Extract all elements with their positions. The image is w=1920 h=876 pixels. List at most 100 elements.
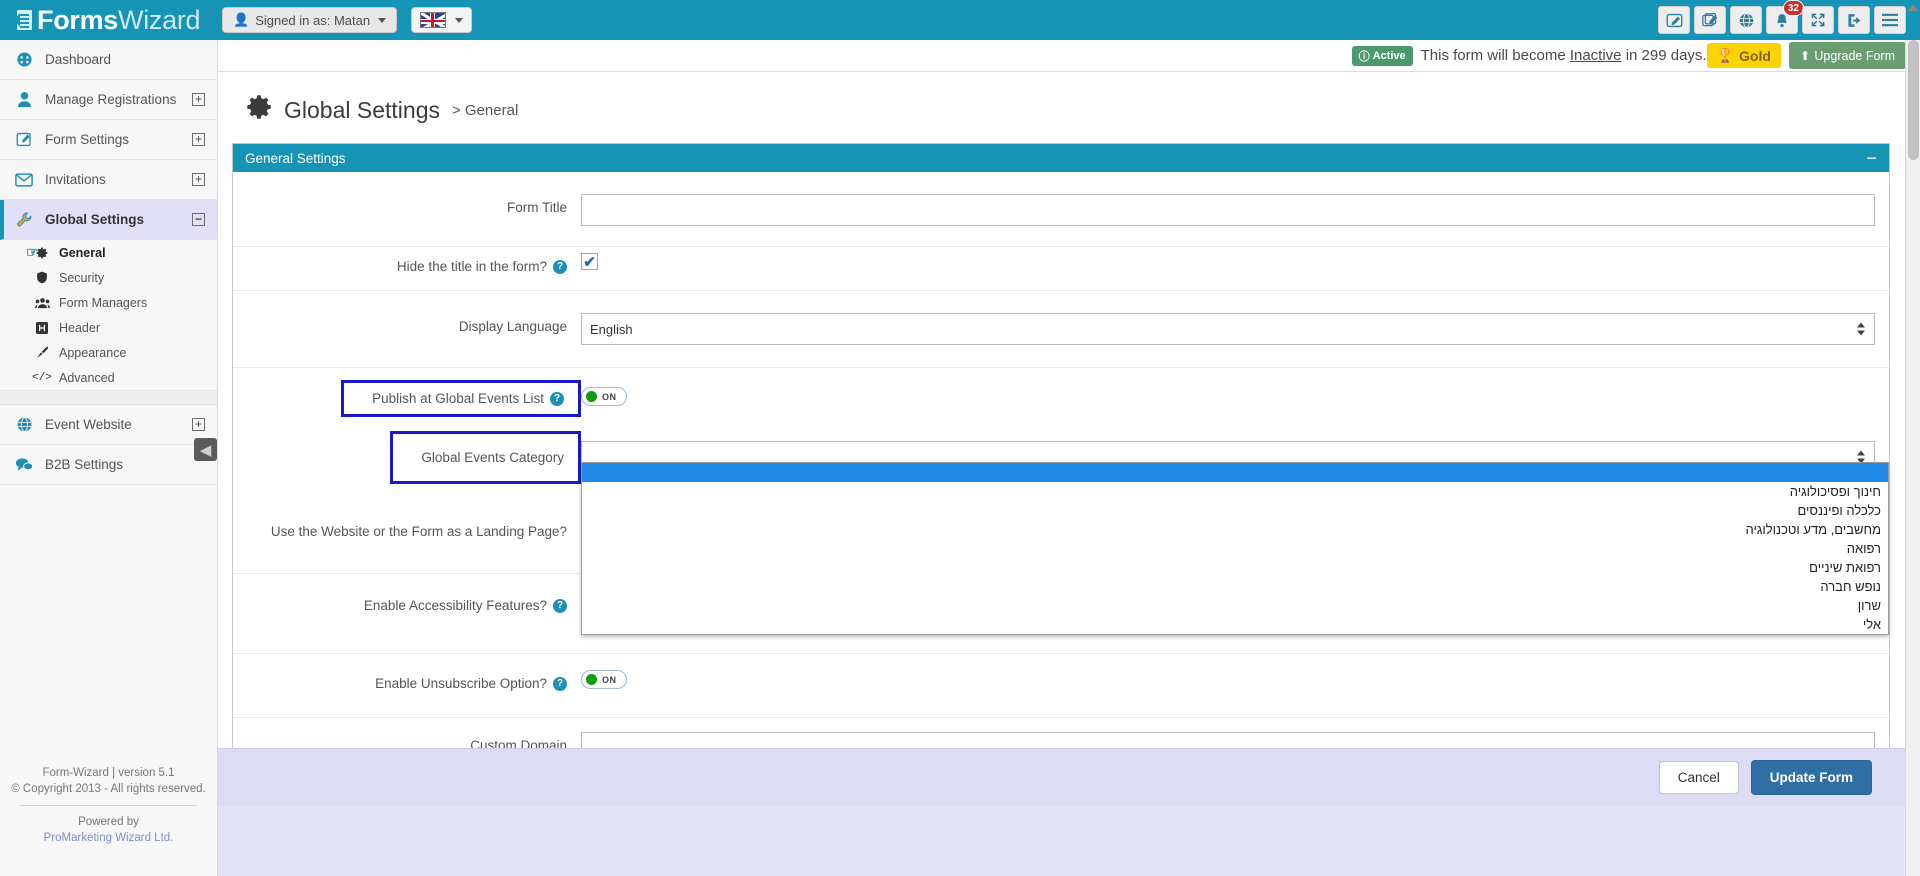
status-badge-label: Active [1373, 50, 1406, 62]
version-text: Form-Wizard | version 5.1 [0, 765, 217, 781]
arrow-up-icon: ⬆ [1800, 48, 1810, 63]
sidebar-nav: Dashboard Manage Registrations + Form Se… [0, 40, 217, 240]
checkmark-icon: ✔ [583, 253, 596, 271]
expand-icon[interactable]: + [192, 418, 205, 431]
hide-title-checkbox[interactable]: ✔ [581, 253, 598, 270]
dropdown-option[interactable]: שרון [582, 596, 1888, 615]
global-category-label-wrap: Global Events Category [233, 431, 581, 484]
sidebar-item-global-settings[interactable]: Global Settings − [0, 200, 217, 240]
page-scrollbar[interactable] [1905, 40, 1920, 876]
trophy-icon: 🏆 [1717, 47, 1734, 64]
help-icon[interactable]: ? [553, 599, 567, 613]
sidebar-subitem-appearance[interactable]: Appearance [0, 340, 217, 365]
upgrade-form-button[interactable]: ⬆ Upgrade Form [1789, 42, 1906, 69]
expand-icon[interactable]: + [192, 173, 205, 186]
cancel-button[interactable]: Cancel [1659, 761, 1739, 794]
notification-badge: 32 [1783, 0, 1804, 16]
scrollbar-thumb[interactable] [1908, 40, 1919, 160]
edit-form-icon[interactable] [1658, 6, 1690, 34]
dropdown-option[interactable]: מחשבים, מדע וטכנולוגיה [582, 520, 1888, 539]
dropdown-option[interactable]: אלי [582, 615, 1888, 634]
plan-badge-label: Gold [1739, 48, 1771, 64]
publish-global-label: Publish at Global Events List [372, 391, 544, 406]
logout-icon[interactable] [1838, 6, 1870, 34]
unsubscribe-control: ON [581, 670, 1889, 690]
sidebar-item-dashboard[interactable]: Dashboard [0, 40, 217, 80]
unsubscribe-toggle-state: ON [602, 675, 617, 685]
plan-badge: 🏆 Gold [1707, 43, 1781, 68]
update-form-button[interactable]: Update Form [1751, 760, 1872, 795]
dropdown-option[interactable]: רפואת שיניים [582, 558, 1888, 577]
duplicate-form-icon[interactable] [1694, 6, 1726, 34]
collapse-sidebar-icon[interactable]: ◀ [194, 438, 217, 461]
users-icon [34, 297, 50, 309]
expand-icon[interactable]: + [192, 93, 205, 106]
help-icon[interactable]: ? [553, 260, 567, 274]
sidebar-item-event-website[interactable]: Event Website + [0, 405, 217, 445]
sidebar-item-form-settings[interactable]: Form Settings + [0, 120, 217, 160]
form-title-input[interactable] [581, 194, 1875, 226]
form-action-bar: Cancel Update Form [218, 748, 1920, 806]
help-icon[interactable]: ? [550, 392, 564, 406]
form-title-control [581, 194, 1889, 226]
sidebar-item-label: Invitations [45, 172, 106, 187]
hide-title-control: ✔ [581, 253, 1889, 270]
app-logo[interactable]: FormsWizard [0, 5, 218, 36]
display-language-control: English [581, 313, 1889, 345]
sidebar-subitem-form-managers[interactable]: Form Managers [0, 290, 217, 315]
dropdown-option[interactable]: כלכלה ופיננסים [582, 501, 1888, 520]
sidebar-item-label: Global Settings [45, 212, 144, 227]
scroll-up-icon[interactable] [1908, 4, 1918, 11]
global-category-dropdown-list[interactable]: חינוך ופסיכולוגיה כלכלה ופיננסים מחשבים,… [581, 462, 1889, 635]
panel-header: General Settings − [233, 144, 1889, 172]
page-title: Global Settings [284, 97, 440, 124]
sidebar-item-invitations[interactable]: Invitations + [0, 160, 217, 200]
menu-icon[interactable] [1874, 6, 1906, 34]
language-selector[interactable] [411, 7, 472, 33]
company-link[interactable]: ProMarketing Wizard Ltd. [44, 832, 174, 844]
dropdown-option[interactable]: רפואה [582, 539, 1888, 558]
minus-icon[interactable]: − [1866, 153, 1877, 163]
publish-global-toggle[interactable]: ON [581, 387, 627, 406]
dropdown-option[interactable]: חינוך ופסיכולוגיה [582, 482, 1888, 501]
sidebar-subitem-advanced[interactable]: </> Advanced [0, 365, 217, 390]
collapse-icon[interactable]: − [192, 213, 205, 226]
pointing-hand-icon: ☞ [26, 244, 39, 261]
sidebar-subitem-general[interactable]: ☞ General [0, 240, 217, 265]
uk-flag-icon [420, 12, 446, 28]
sidebar-item-manage-registrations[interactable]: Manage Registrations + [0, 80, 217, 120]
row-unsubscribe: Enable Unsubscribe Option? ? ON [233, 654, 1889, 718]
sidebar-item-b2b-settings[interactable]: B2B Settings [0, 445, 217, 485]
toggle-indicator-icon [586, 674, 597, 685]
copyright-text: © Copyright 2013 - All rights reserved. [0, 781, 217, 797]
form-title-label: Form Title [233, 194, 581, 215]
display-language-value: English [590, 322, 633, 337]
dropdown-option[interactable]: נופש חברה [582, 577, 1888, 596]
help-icon[interactable]: ? [553, 677, 567, 691]
global-category-highlight: Global Events Category [390, 431, 581, 484]
dropdown-option[interactable] [582, 463, 1888, 482]
form-settings-icon [14, 131, 34, 148]
unsubscribe-label-group: Enable Unsubscribe Option? ? [233, 670, 581, 691]
accessibility-label: Enable Accessibility Features? [364, 598, 547, 613]
notifications-bell-icon[interactable]: 32 [1766, 6, 1798, 34]
sidebar-subitem-header[interactable]: Header [0, 315, 217, 340]
footer-divider [20, 805, 197, 806]
sidebar-subitem-label: Form Managers [59, 296, 147, 310]
brush-icon [34, 346, 50, 359]
globe-icon[interactable] [1730, 6, 1762, 34]
upgrade-form-label: Upgrade Form [1814, 49, 1895, 63]
display-language-select[interactable]: English [581, 313, 1875, 345]
sidebar-item-label: Manage Registrations [45, 92, 176, 107]
fullscreen-icon[interactable] [1802, 6, 1834, 34]
sidebar-item-label: Dashboard [45, 52, 111, 67]
row-global-category: Global Events Category חינוך ופסיכולוגיה… [233, 427, 1889, 492]
signed-in-menu[interactable]: 👤 Signed in as: Matan [222, 7, 397, 33]
unsubscribe-toggle[interactable]: ON [581, 670, 627, 689]
sidebar-subitem-security[interactable]: Security [0, 265, 217, 290]
page-header: Global Settings > General [218, 72, 1920, 143]
publish-global-label-wrap: Publish at Global Events List ? [233, 380, 581, 417]
sidebar: Dashboard Manage Registrations + Form Se… [0, 40, 218, 876]
expand-icon[interactable]: + [192, 133, 205, 146]
sidebar-subitem-label: Security [59, 271, 104, 285]
